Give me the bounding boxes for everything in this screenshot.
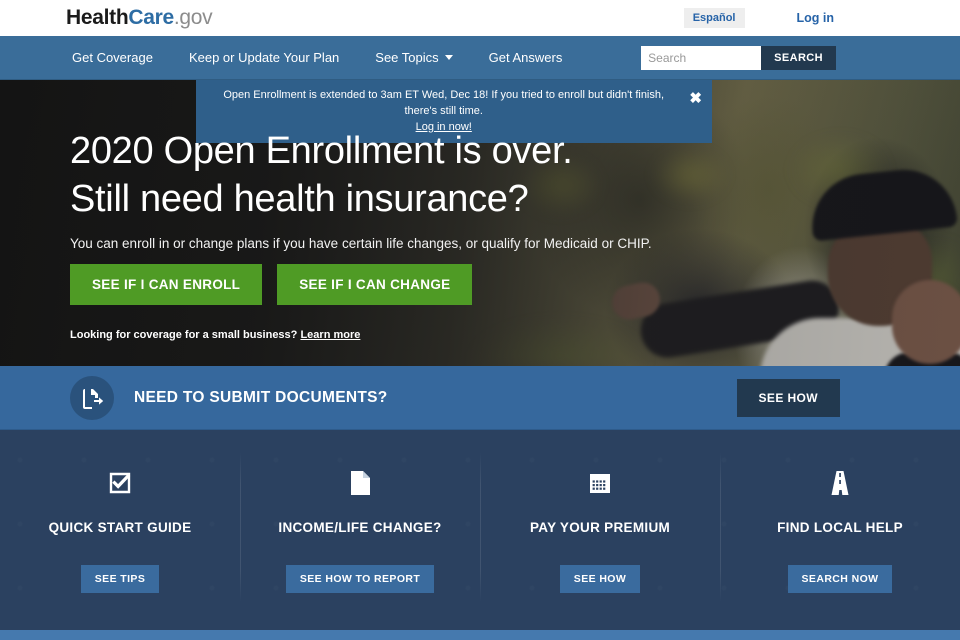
pay-premium-see-how-button[interactable]: SEE HOW [560, 565, 640, 593]
feature-find-local-help: FIND LOCAL HELP SEARCH NOW [720, 430, 960, 630]
submit-documents-title: NEED TO SUBMIT DOCUMENTS? [134, 389, 388, 407]
document-upload-icon [70, 376, 114, 420]
search-input[interactable] [641, 46, 761, 70]
logo-care: Care [128, 6, 174, 29]
submit-documents-see-how-button[interactable]: SEE HOW [737, 379, 840, 417]
feature-title: PAY YOUR PREMIUM [530, 520, 670, 535]
footer-strip [0, 630, 960, 640]
search-form: SEARCH [641, 46, 836, 70]
nav-label: Get Coverage [72, 50, 153, 65]
nav-item-list: Get Coverage Keep or Update Your Plan Se… [72, 50, 562, 65]
small-business-text: Looking for coverage for a small busines… [70, 329, 297, 341]
nav-label: Keep or Update Your Plan [189, 50, 339, 65]
hero-subtext: You can enroll in or change plans if you… [70, 236, 652, 251]
utility-bar: HealthCare.gov Español Log in [0, 0, 960, 36]
hero-cta-group: SEE IF I CAN ENROLL SEE IF I CAN CHANGE [70, 264, 472, 305]
site-logo[interactable]: HealthCare.gov [66, 6, 212, 30]
road-icon [827, 468, 853, 498]
small-business-learn-more-link[interactable]: Learn more [300, 329, 360, 341]
logo-gov: .gov [174, 6, 213, 29]
see-if-i-can-change-button[interactable]: SEE IF I CAN CHANGE [277, 264, 472, 305]
hero-headline: 2020 Open Enrollment is over. Still need… [70, 128, 572, 223]
search-now-button[interactable]: SEARCH NOW [788, 565, 893, 593]
submit-documents-band: NEED TO SUBMIT DOCUMENTS? SEE HOW [0, 366, 960, 430]
hero-headline-line-2: Still need health insurance? [70, 178, 528, 220]
utility-links: Español Log in [684, 0, 960, 36]
chevron-down-icon [445, 55, 453, 60]
nav-label: Get Answers [489, 50, 563, 65]
nav-label: See Topics [375, 50, 438, 65]
feature-title: QUICK START GUIDE [49, 520, 192, 535]
feature-income-life-change: INCOME/LIFE CHANGE? SEE HOW TO REPORT [240, 430, 480, 630]
small-business-note: Looking for coverage for a small busines… [70, 329, 360, 341]
feature-columns: QUICK START GUIDE SEE TIPS INCOME/LIFE C… [0, 430, 960, 630]
see-tips-button[interactable]: SEE TIPS [81, 565, 159, 593]
espanol-link[interactable]: Español [684, 8, 745, 28]
search-button[interactable]: SEARCH [761, 46, 836, 70]
checkbox-checked-icon [108, 468, 132, 498]
feature-quick-start-guide: QUICK START GUIDE SEE TIPS [0, 430, 240, 630]
nav-item-get-answers[interactable]: Get Answers [489, 50, 563, 65]
nav-item-see-topics[interactable]: See Topics [375, 50, 452, 65]
see-if-i-can-enroll-button[interactable]: SEE IF I CAN ENROLL [70, 264, 262, 305]
feature-title: INCOME/LIFE CHANGE? [278, 520, 441, 535]
alert-message-text: Open Enrollment is extended to 3am ET We… [223, 89, 664, 117]
login-link[interactable]: Log in [797, 11, 835, 25]
main-navigation: Get Coverage Keep or Update Your Plan Se… [0, 36, 960, 80]
close-icon[interactable]: ✖ [689, 91, 702, 106]
feature-pay-your-premium: PAY YOUR PREMIUM SEE HOW [480, 430, 720, 630]
document-icon [349, 468, 371, 498]
see-how-to-report-button[interactable]: SEE HOW TO REPORT [286, 565, 434, 593]
nav-item-get-coverage[interactable]: Get Coverage [72, 50, 153, 65]
hero-headline-line-1: 2020 Open Enrollment is over. [70, 130, 572, 172]
logo-health: Health [66, 6, 128, 29]
nav-item-keep-or-update-your-plan[interactable]: Keep or Update Your Plan [189, 50, 339, 65]
hero-section: Open Enrollment is extended to 3am ET We… [0, 80, 960, 366]
calendar-icon [588, 468, 612, 498]
hero-content: Open Enrollment is extended to 3am ET We… [0, 80, 960, 366]
feature-title: FIND LOCAL HELP [777, 520, 903, 535]
